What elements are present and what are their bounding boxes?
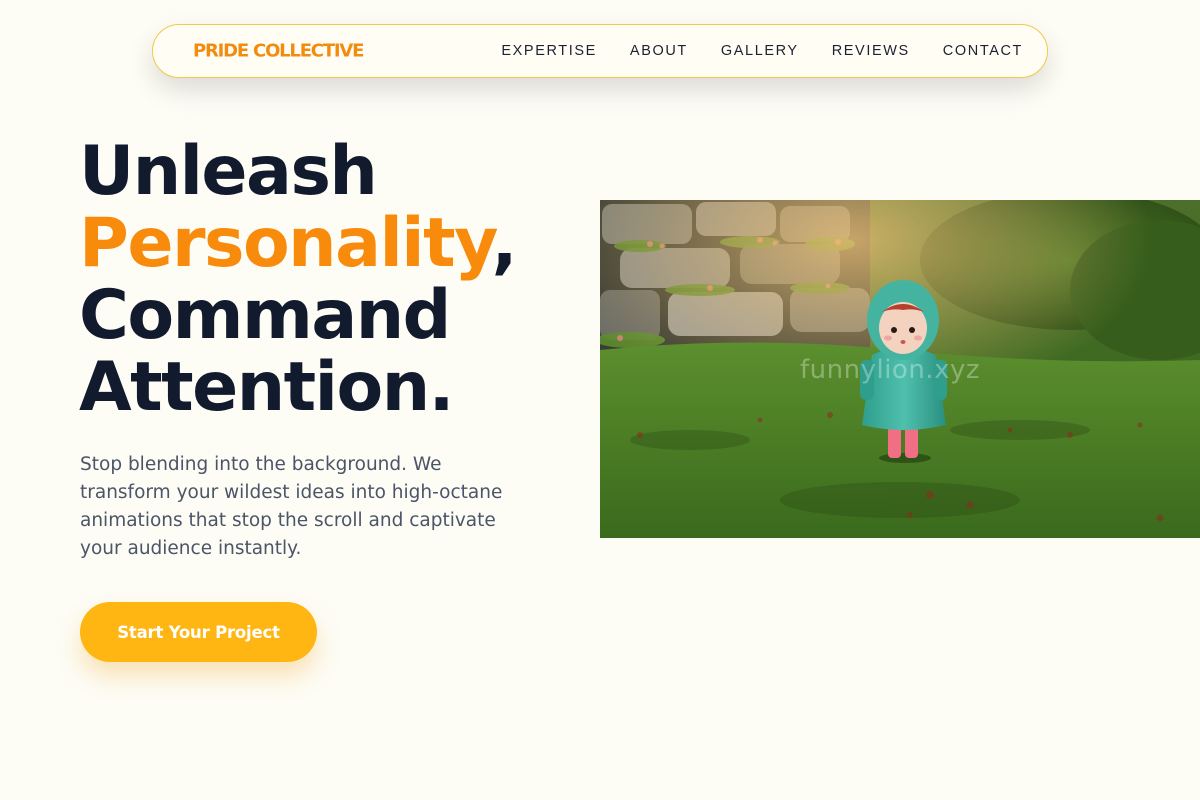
- headline-line-3: Command: [79, 276, 451, 355]
- hero-subtitle: Stop blending into the background. We tr…: [80, 454, 503, 559]
- nav-link-gallery[interactable]: GALLERY: [721, 43, 799, 59]
- hero-image: funnylion.xyz: [600, 200, 1200, 538]
- image-watermark: funnylion.xyz: [800, 355, 980, 385]
- nav-link-about[interactable]: ABOUT: [630, 43, 688, 59]
- headline-line-2: Personality,: [79, 208, 518, 280]
- headline-accent-word: Personality: [79, 204, 493, 283]
- nav-links: EXPERTISE ABOUT GALLERY REVIEWS CONTACT: [501, 25, 1023, 77]
- headline-comma: ,: [491, 204, 518, 283]
- start-project-button[interactable]: Start Your Project: [80, 602, 317, 662]
- nav-link-expertise[interactable]: EXPERTISE: [501, 43, 597, 59]
- headline-line-1: Unleash: [79, 132, 378, 211]
- top-navbar: PRIDE COLLECTIVE EXPERTISE ABOUT GALLERY…: [152, 24, 1048, 78]
- nav-link-contact[interactable]: CONTACT: [943, 43, 1023, 59]
- nav-link-reviews[interactable]: REVIEWS: [832, 43, 910, 59]
- brand-logo[interactable]: PRIDE COLLECTIVE: [193, 41, 364, 62]
- hero-headline: Unleash Personality, Command Attention.: [79, 132, 518, 427]
- headline-line-4: Attention.: [79, 348, 454, 427]
